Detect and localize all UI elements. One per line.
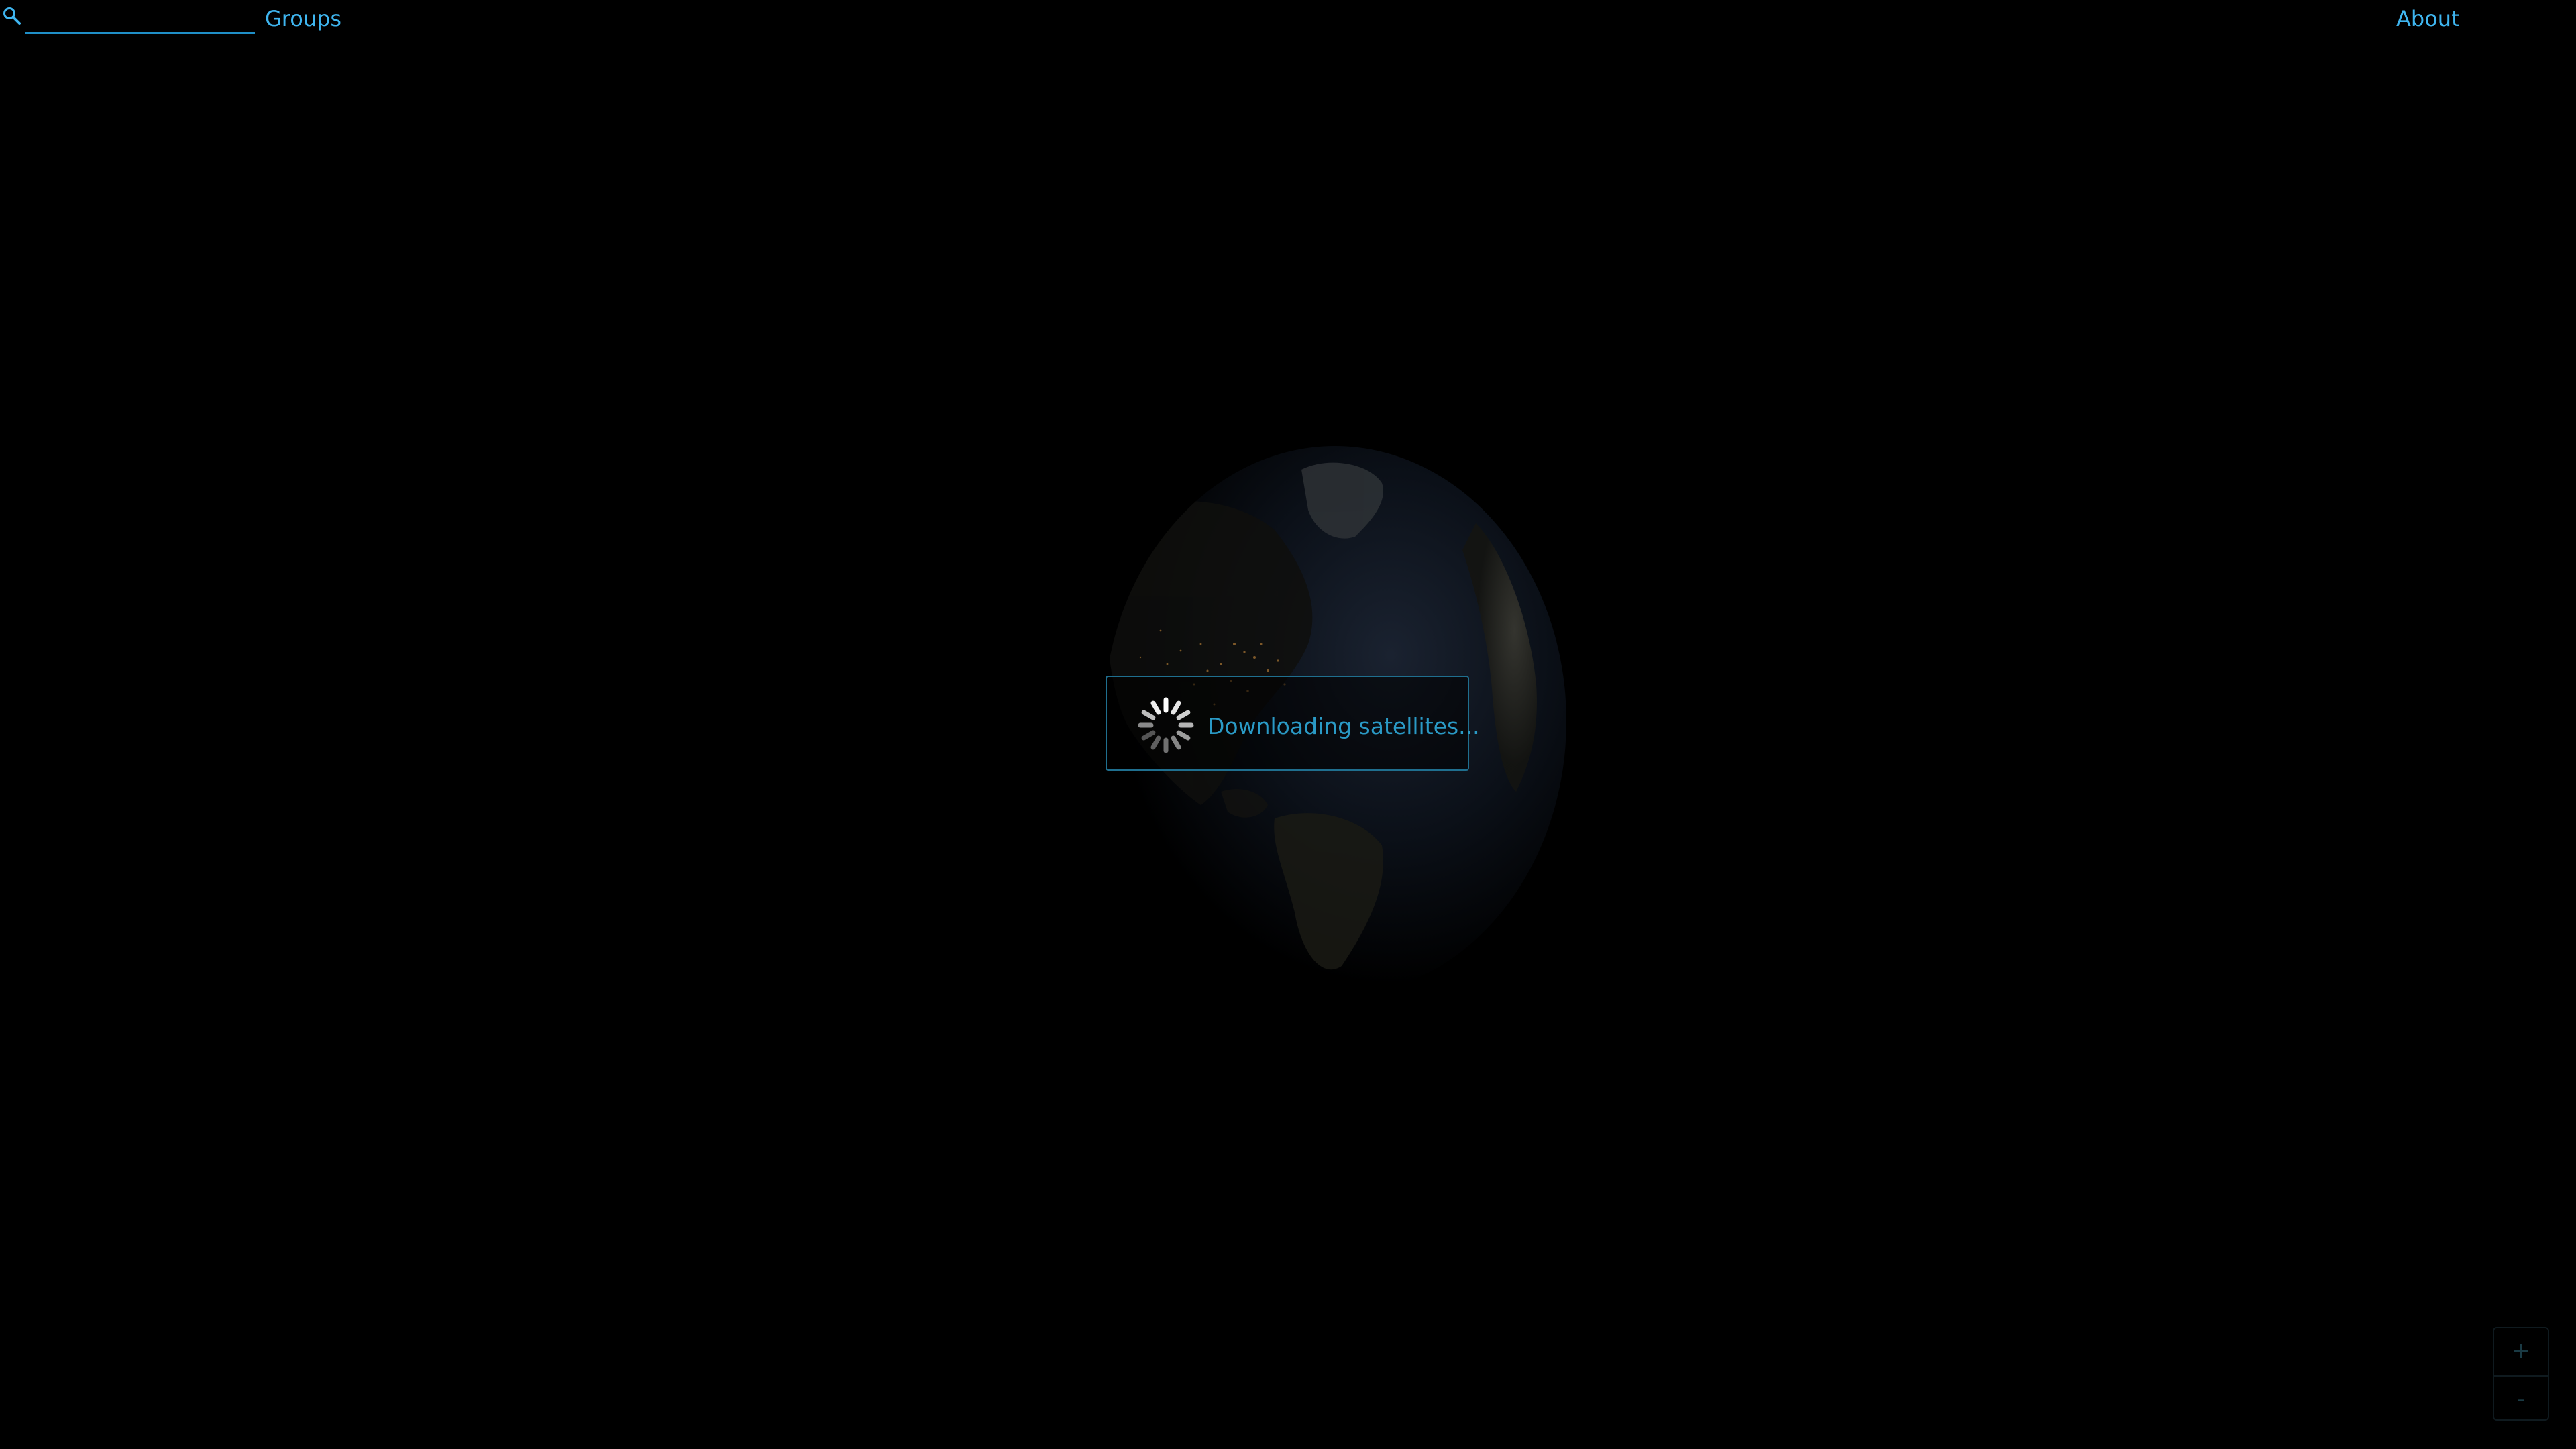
loading-message: Downloading satellites... <box>1208 713 1480 739</box>
satellite-viewer: Groups About Downloading satellites... +… <box>0 0 2576 1449</box>
spinner-icon <box>1138 697 1194 753</box>
about-link[interactable]: About <box>2396 6 2460 32</box>
groups-menu-button[interactable]: Groups <box>265 6 341 32</box>
loading-dialog: Downloading satellites... <box>1106 676 1480 771</box>
zoom-in-button[interactable]: + <box>2494 1328 2548 1374</box>
zoom-out-button[interactable]: - <box>2494 1375 2548 1422</box>
search-icon[interactable] <box>3 7 21 25</box>
zoom-controls: + - <box>2493 1327 2549 1421</box>
search-input[interactable] <box>25 4 255 34</box>
